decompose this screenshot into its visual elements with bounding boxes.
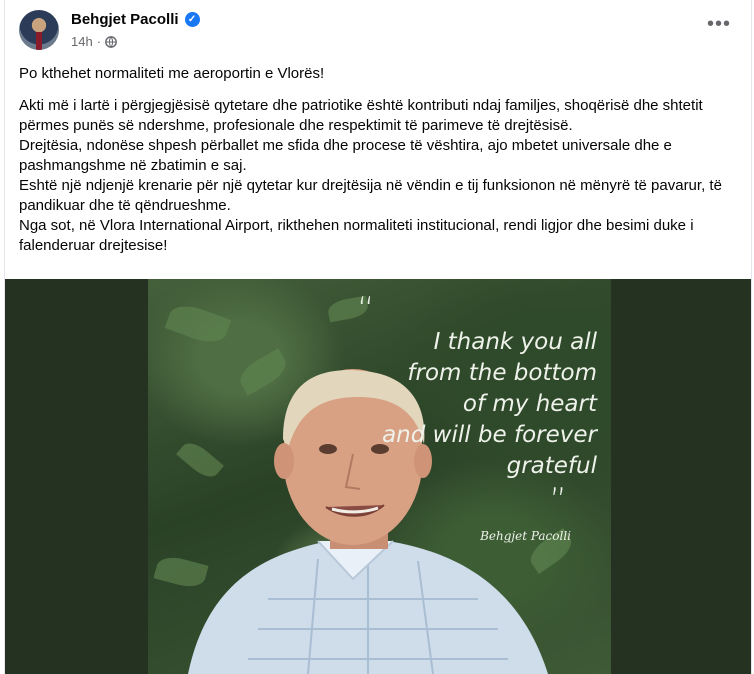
signature: Behgjet Pacolli <box>480 529 571 543</box>
globe-icon <box>105 35 117 48</box>
more-options-icon[interactable]: ••• <box>707 14 731 34</box>
quote-close-mark: ” <box>549 481 567 521</box>
post-image-frame[interactable]: “ I thank you all from the bottom of my … <box>5 279 751 674</box>
quote-line: of my heart <box>462 391 597 417</box>
verified-badge-icon: ✓ <box>184 12 200 27</box>
meta-separator: · <box>96 34 102 49</box>
post-image[interactable]: “ I thank you all from the bottom of my … <box>148 279 611 674</box>
post-card: Behgjet Pacolli ✓ 14h · ••• Po kthehet n… <box>4 0 752 674</box>
post-paragraph: Akti më i lartë i përgjegjësisë qytetare… <box>19 97 703 134</box>
post-headline: Po kthehet normaliteti me aeroportin e V… <box>19 65 325 82</box>
author-name[interactable]: Behgjet Pacolli <box>71 11 179 28</box>
author-avatar[interactable] <box>19 10 59 50</box>
quote-text: “ I thank you all from the bottom of my … <box>337 293 597 518</box>
post-header: Behgjet Pacolli ✓ 14h · ••• <box>5 0 751 60</box>
post-paragraph: Drejtësia, ndonëse shpesh përballet me s… <box>19 137 672 174</box>
quote-line: I thank you all <box>433 329 597 355</box>
post-paragraph: Nga sot, në Vlora International Airport,… <box>19 217 694 254</box>
quote-open-mark: “ <box>357 290 375 330</box>
quote-line: grateful <box>506 453 597 479</box>
quote-line: from the bottom <box>407 360 597 386</box>
post-meta: 14h · <box>71 34 117 49</box>
post-time[interactable]: 14h <box>71 34 93 49</box>
quote-line: and will be forever <box>382 422 597 448</box>
post-paragraph: Eshtë një ndjenjë krenarie për një qytet… <box>19 177 722 214</box>
post-text: Po kthehet normaliteti me aeroportin e V… <box>19 64 744 256</box>
author-line: Behgjet Pacolli ✓ <box>71 11 200 28</box>
